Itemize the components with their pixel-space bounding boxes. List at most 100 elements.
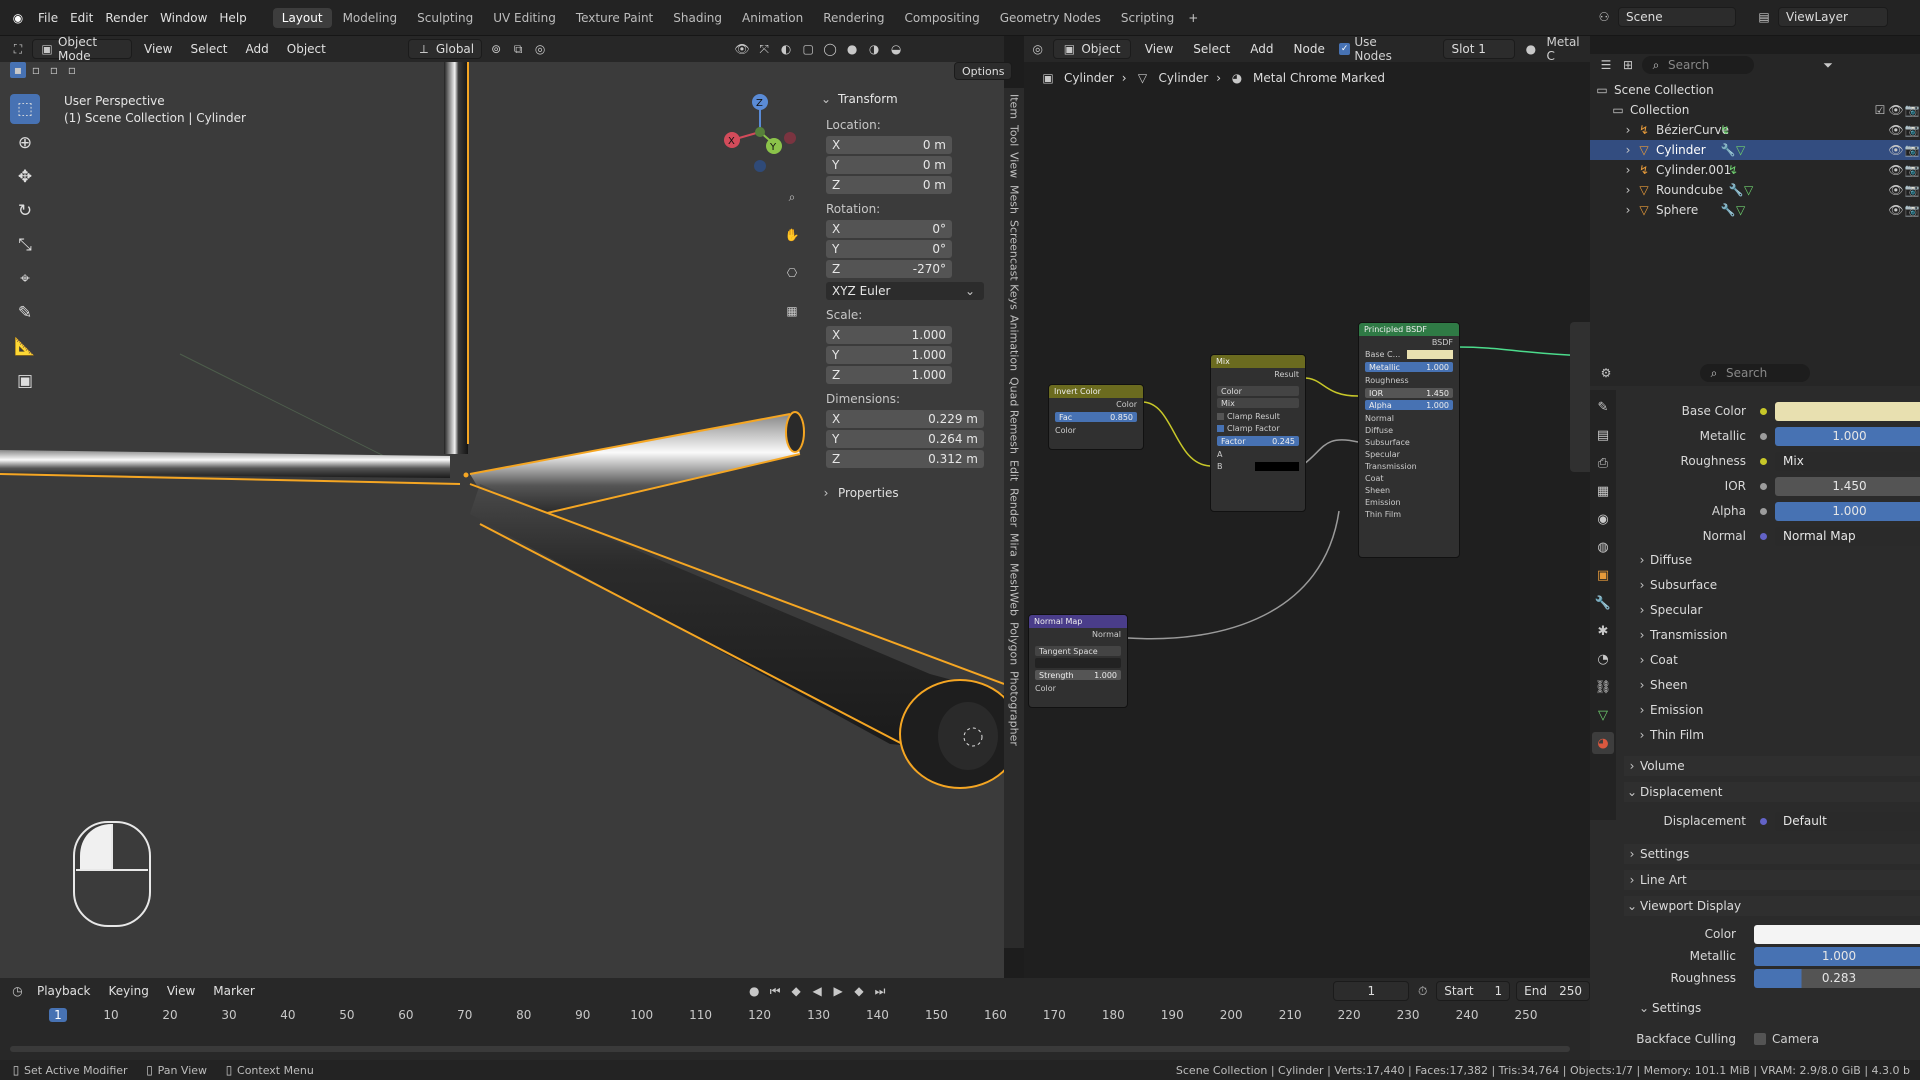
menu-help[interactable]: Help xyxy=(213,11,252,25)
breadcrumb-material[interactable]: Metal Chrome Marked xyxy=(1253,71,1385,85)
camera-restrict-icon[interactable]: 📷 xyxy=(1904,182,1920,198)
select-new-icon[interactable]: ▪ xyxy=(10,62,26,78)
scene-field[interactable]: Scene xyxy=(1618,7,1736,27)
material-tab-icon[interactable]: ◕ xyxy=(1592,732,1614,754)
expand-arrow-icon[interactable]: › xyxy=(1620,142,1636,158)
autokey-icon[interactable]: ● xyxy=(747,983,762,999)
jump-start-icon[interactable]: ⏮ xyxy=(768,983,783,999)
orientation-select[interactable]: ⟂ Global xyxy=(407,39,483,59)
sidebar-tab-render[interactable]: Render xyxy=(1008,488,1021,527)
bsdf-panel-subsurface[interactable]: Subsurface xyxy=(1359,436,1459,448)
scale-x-field[interactable]: X 1.000 xyxy=(826,326,952,344)
subpanel-transmission[interactable]: › Transmission xyxy=(1624,625,1920,645)
sidebar-tab-polygon[interactable]: Polygon xyxy=(1008,622,1021,665)
float-socket-icon[interactable] xyxy=(1760,507,1767,515)
viewport-menu-select[interactable]: Select xyxy=(184,42,233,56)
subpanel-thin-film[interactable]: › Thin Film xyxy=(1624,725,1920,745)
eye-icon[interactable]: 👁 xyxy=(1888,202,1904,218)
sidebar-tab-meshweb[interactable]: MeshWeb xyxy=(1008,563,1021,616)
location-x-field[interactable]: X 0 m xyxy=(826,136,952,154)
scale-y-field[interactable]: Y 1.000 xyxy=(826,346,952,364)
rotation-z-field[interactable]: Z -270° xyxy=(826,260,952,278)
display-mode-icon[interactable]: ⊞ xyxy=(1620,57,1636,73)
world-tab-icon[interactable]: ◍ xyxy=(1592,536,1614,558)
camera-restrict-icon[interactable]: 📷 xyxy=(1904,202,1920,218)
filter-icon[interactable]: ⏷ xyxy=(1820,57,1836,73)
properties-editor-icon[interactable]: ⚙ xyxy=(1598,365,1614,381)
gizmo-toggle-icon[interactable]: ⤧ xyxy=(756,41,772,57)
bsdf-panel-diffuse[interactable]: Diffuse xyxy=(1359,424,1459,436)
mix-b-color-swatch[interactable] xyxy=(1255,461,1299,471)
dimension-z-field[interactable]: Z 0.312 m xyxy=(826,450,984,468)
camera-restrict-icon[interactable]: 📷 xyxy=(1904,102,1920,118)
outliner-scene-collection[interactable]: ▭ Scene Collection xyxy=(1590,80,1920,100)
outliner-collection[interactable]: ▭ Collection ☑ 👁 📷 xyxy=(1590,100,1920,120)
panel-displacement[interactable]: ⌄ Displacement xyxy=(1624,782,1920,802)
outliner-editor-icon[interactable]: ☰ xyxy=(1598,57,1614,73)
bsdf-metallic-field[interactable]: Metallic 1.000 xyxy=(1365,362,1453,372)
preview-range-icon[interactable]: ⏱ xyxy=(1415,983,1430,999)
sidebar-tab-edit[interactable]: Edit xyxy=(1008,460,1021,481)
sidebar-tab-item[interactable]: Item xyxy=(1008,94,1021,119)
jump-end-icon[interactable]: ⏭ xyxy=(873,983,888,999)
subpanel-subsurface[interactable]: › Subsurface xyxy=(1624,575,1920,595)
navigation-gizmo[interactable]: Z Y X xyxy=(718,90,804,176)
scale-z-field[interactable]: Z 1.000 xyxy=(826,366,952,384)
bsdf-panel-thin-film[interactable]: Thin Film xyxy=(1359,508,1459,520)
panel-vd-settings[interactable]: ⌄ Settings xyxy=(1624,998,1920,1018)
expand-arrow-icon[interactable]: › xyxy=(1620,202,1636,218)
modifier-tab-icon[interactable]: 🔧 xyxy=(1592,592,1614,614)
editor-type-icon[interactable]: ⛶ xyxy=(10,41,26,57)
timeline-editor-icon[interactable]: ◷ xyxy=(10,983,25,999)
clamp-result-checkbox[interactable] xyxy=(1217,412,1224,420)
output-tab-icon[interactable]: ⎙ xyxy=(1592,452,1614,474)
subpanel-specular[interactable]: › Specular xyxy=(1624,600,1920,620)
sidebar-tab-screencast-keys[interactable]: Screencast Keys xyxy=(1008,220,1021,310)
bsdf-panel-sheen[interactable]: Sheen xyxy=(1359,484,1459,496)
expand-arrow-icon[interactable]: › xyxy=(1620,162,1636,178)
vector-socket-icon[interactable] xyxy=(1760,532,1767,540)
prev-key-icon[interactable]: ◆ xyxy=(789,983,804,999)
node-menu-select[interactable]: Select xyxy=(1187,42,1236,56)
ior-field[interactable]: 1.450 xyxy=(1775,476,1920,496)
breadcrumb-mesh[interactable]: Cylinder xyxy=(1159,71,1209,85)
camera-restrict-icon[interactable]: 📷 xyxy=(1904,142,1920,158)
breadcrumb-object[interactable]: Cylinder xyxy=(1064,71,1114,85)
select-tool-icon[interactable]: ⬚ xyxy=(10,94,40,124)
node-invert-color[interactable]: Invert Color Color Fac 0.850 Color xyxy=(1048,384,1144,450)
clamp-factor-checkbox[interactable] xyxy=(1217,424,1224,432)
viewport-menu-view[interactable]: View xyxy=(138,42,178,56)
next-key-icon[interactable]: ◆ xyxy=(852,983,867,999)
solid-shading-icon[interactable]: ● xyxy=(844,41,860,57)
checkbox-icon[interactable]: ☑ xyxy=(1872,102,1888,118)
select-intersect-icon[interactable]: ▫ xyxy=(64,62,80,78)
cursor-tool-icon[interactable]: ⊕ xyxy=(10,128,40,158)
bsdf-alpha-field[interactable]: Alpha 1.000 xyxy=(1365,400,1453,410)
rendered-shading-icon[interactable]: ◒ xyxy=(888,41,904,57)
select-subtract-icon[interactable]: ▫ xyxy=(46,62,62,78)
node-principled-bsdf[interactable]: Principled BSDF BSDF Base C... Metallic 1… xyxy=(1358,322,1460,558)
bsdf-base-color-swatch[interactable] xyxy=(1407,349,1453,359)
material-shading-icon[interactable]: ◑ xyxy=(866,41,882,57)
bsdf-panel-specular[interactable]: Specular xyxy=(1359,448,1459,460)
rotation-y-field[interactable]: Y 0° xyxy=(826,240,952,258)
use-nodes-toggle[interactable]: ✓ Use Nodes xyxy=(1338,35,1416,63)
grid-icon[interactable]: ▦ xyxy=(780,300,804,322)
blender-logo-icon[interactable]: ◉ xyxy=(10,10,26,26)
pan-hand-icon[interactable]: ✋ xyxy=(780,224,804,246)
add-workspace-icon[interactable]: + xyxy=(1185,10,1201,26)
sidebar-tab-tool[interactable]: Tool xyxy=(1008,125,1021,146)
tab-sculpting[interactable]: Sculpting xyxy=(408,8,482,28)
backface-camera-checkbox[interactable] xyxy=(1754,1033,1766,1045)
transform-tool-icon[interactable]: ⌖ xyxy=(10,264,40,294)
render-tab-icon[interactable]: ▤ xyxy=(1592,424,1614,446)
wireframe-shading-icon[interactable]: ◯ xyxy=(822,41,838,57)
rotate-tool-icon[interactable]: ↻ xyxy=(10,196,40,226)
scale-tool-icon[interactable]: ⤡ xyxy=(10,230,40,260)
timeline-menu-marker[interactable]: Marker xyxy=(207,984,260,998)
snap-icon[interactable]: ⧉ xyxy=(510,41,526,57)
subpanel-coat[interactable]: › Coat xyxy=(1624,650,1920,670)
sidebar-tab-animation[interactable]: Animation xyxy=(1008,315,1021,371)
mix-type-select[interactable]: Color xyxy=(1217,386,1299,396)
play-reverse-icon[interactable]: ◀ xyxy=(810,983,825,999)
